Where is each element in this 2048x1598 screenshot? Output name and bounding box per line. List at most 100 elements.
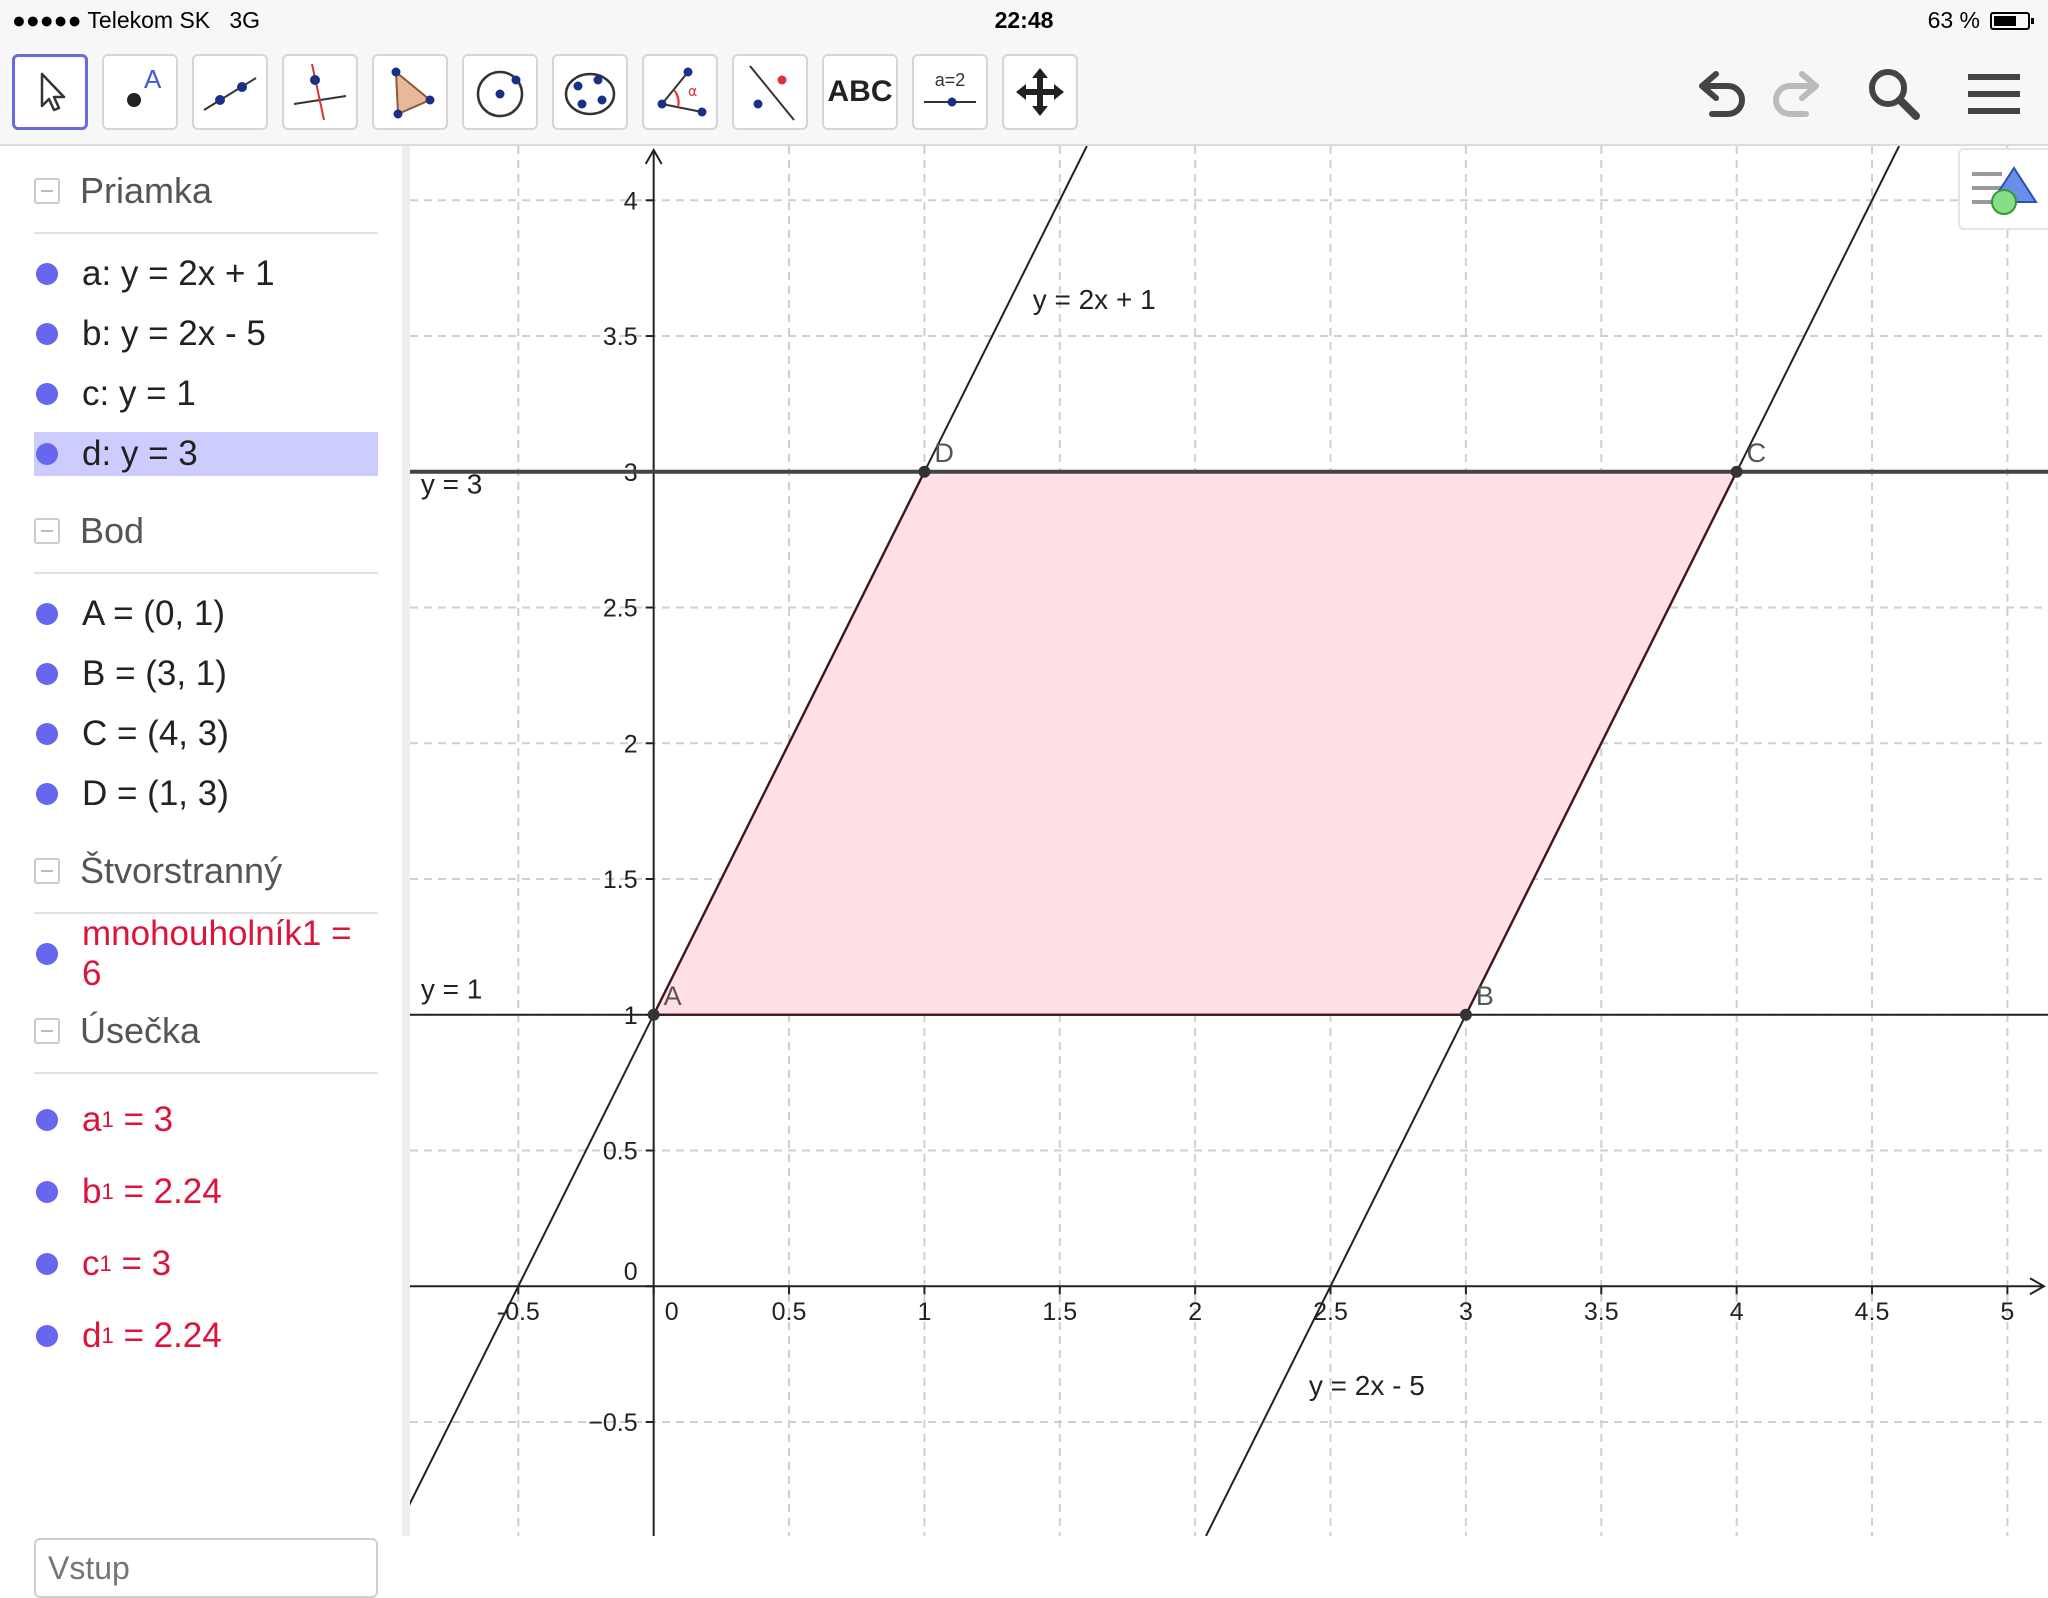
section-header[interactable]: Štvorstranný (34, 850, 282, 892)
visibility-toggle-icon[interactable] (36, 603, 58, 625)
visibility-toggle-icon[interactable] (36, 723, 58, 745)
item-name: c (82, 1244, 100, 1283)
x-tick-label: 0 (665, 1298, 679, 1326)
algebra-item[interactable]: mnohouholník1 = 6 (34, 914, 378, 993)
text-tool-button[interactable]: ABC (822, 54, 898, 130)
triangle-icon (391, 67, 435, 119)
item-text: mnohouholník1 = 6 (82, 914, 352, 993)
item-text: D = (1, 3) (82, 774, 229, 813)
slider-tool-button[interactable]: a=2 (912, 54, 988, 130)
item-subscript: 1 (99, 1251, 112, 1276)
algebra-item[interactable]: C = (4, 3) (34, 712, 378, 756)
x-tick-label: 3 (1459, 1298, 1473, 1326)
section-title: Bod (80, 510, 145, 551)
algebra-item[interactable]: B = (3, 1) (34, 652, 378, 696)
line-label-b: y = 2x - 5 (1309, 1370, 1425, 1401)
item-subscript: 1 (101, 1107, 114, 1132)
visibility-toggle-icon[interactable] (36, 383, 58, 405)
point-tool-button[interactable]: A (102, 54, 178, 130)
redo-button[interactable] (1766, 62, 1830, 126)
point-label-C: C (1747, 438, 1767, 468)
line-label-d: y = 3 (421, 469, 482, 500)
item-subscript: 1 (101, 1323, 114, 1348)
x-tick-label: 4 (1730, 1298, 1744, 1326)
section-divider (34, 572, 378, 574)
visibility-toggle-icon[interactable] (36, 1109, 58, 1131)
line-tool-button[interactable] (192, 54, 268, 130)
x-tick-label: 2 (1188, 1298, 1202, 1326)
algebra-item[interactable]: A = (0, 1) (34, 592, 378, 636)
reflect-tool-button[interactable] (732, 54, 808, 130)
visibility-toggle-icon[interactable] (36, 1325, 58, 1347)
section-header[interactable]: Bod (34, 510, 144, 552)
algebra-item[interactable]: c: y = 1 (34, 372, 378, 416)
x-tick-label: 3.5 (1584, 1298, 1619, 1326)
graphics-view[interactable]: -0.500.511.522.533.544.55−0.500.511.522.… (392, 145, 2048, 1537)
visibility-toggle-icon[interactable] (36, 443, 58, 465)
visibility-toggle-icon[interactable] (36, 783, 58, 805)
battery-indicator: 63 % (1928, 7, 2034, 34)
collapse-minus-icon[interactable] (34, 1018, 60, 1044)
item-value: = 2.24 (113, 1172, 222, 1211)
algebra-item[interactable]: c1 = 3 (34, 1242, 378, 1286)
conic-icon (564, 72, 616, 116)
y-tick-label: 0.5 (603, 1137, 638, 1165)
y-tick-label: −0.5 (588, 1409, 637, 1437)
polygon-tool-button[interactable] (372, 54, 448, 130)
graph-canvas[interactable]: -0.500.511.522.533.544.55−0.500.511.522.… (392, 145, 2048, 1537)
point-A[interactable] (647, 1008, 660, 1021)
point-D[interactable] (918, 465, 931, 478)
section-header[interactable]: Priamka (34, 170, 212, 212)
point-B[interactable] (1459, 1008, 1472, 1021)
algebra-item[interactable]: a1 = 3 (34, 1098, 378, 1142)
section-title: Úsečka (80, 1010, 201, 1051)
visibility-toggle-icon[interactable] (36, 663, 58, 685)
style-bar-toggle-button[interactable] (1958, 148, 2048, 230)
algebra-item[interactable]: b1 = 2.24 (34, 1170, 378, 1214)
collapse-minus-icon[interactable] (34, 858, 60, 884)
perpendicular-line-tool-button[interactable] (282, 54, 358, 130)
item-name: d (82, 1316, 102, 1355)
visibility-toggle-icon[interactable] (36, 323, 58, 345)
perpendicular-line-icon (293, 63, 347, 121)
undo-button[interactable] (1688, 62, 1752, 126)
input-bar[interactable] (34, 1538, 378, 1598)
redo-icon (1773, 71, 1819, 117)
collapse-minus-icon[interactable] (34, 178, 60, 204)
polygon-mnohouholnik1[interactable] (651, 470, 1739, 1016)
algebra-item[interactable]: D = (1, 3) (34, 772, 378, 816)
visibility-toggle-icon[interactable] (36, 1181, 58, 1203)
section-header[interactable]: Úsečka (34, 1010, 200, 1052)
point-icon: A (127, 64, 162, 107)
line-label-a: y = 2x + 1 (1033, 284, 1156, 315)
circle-tool-button[interactable] (462, 54, 538, 130)
line-label-c: y = 1 (421, 973, 482, 1004)
item-text: B = (3, 1) (82, 654, 227, 693)
algebra-item[interactable]: b: y = 2x - 5 (34, 312, 378, 356)
point-label-D: D (934, 438, 954, 468)
item-text: C = (4, 3) (82, 714, 229, 753)
text-tool-label: ABC (827, 75, 893, 108)
main-menu-button[interactable] (1962, 62, 2026, 126)
item-text: b: y = 2x - 5 (82, 314, 266, 353)
toolbar: A α ABC a=2 (0, 40, 2048, 146)
collapse-minus-icon[interactable] (34, 518, 60, 544)
conic-tool-button[interactable] (552, 54, 628, 130)
algebra-item[interactable]: d: y = 3 (34, 432, 378, 476)
item-name: b (82, 1172, 102, 1211)
y-tick-label: 4 (624, 187, 638, 215)
point-C[interactable] (1730, 465, 1743, 478)
search-button[interactable] (1862, 62, 1926, 126)
visibility-toggle-icon[interactable] (36, 263, 58, 285)
angle-tool-button[interactable]: α (642, 54, 718, 130)
visibility-toggle-icon[interactable] (36, 1253, 58, 1275)
x-tick-label: 4.5 (1855, 1298, 1890, 1326)
visibility-toggle-icon[interactable] (36, 943, 58, 965)
move-graphics-view-tool-button[interactable] (1002, 54, 1078, 130)
undo-icon (1699, 71, 1745, 117)
algebra-item[interactable]: a: y = 2x + 1 (34, 252, 378, 296)
move-tool-button[interactable] (12, 54, 88, 130)
algebra-item[interactable]: d1 = 2.24 (34, 1314, 378, 1358)
y-tick-label: 1.5 (603, 866, 638, 894)
item-text: d: y = 3 (82, 434, 198, 473)
